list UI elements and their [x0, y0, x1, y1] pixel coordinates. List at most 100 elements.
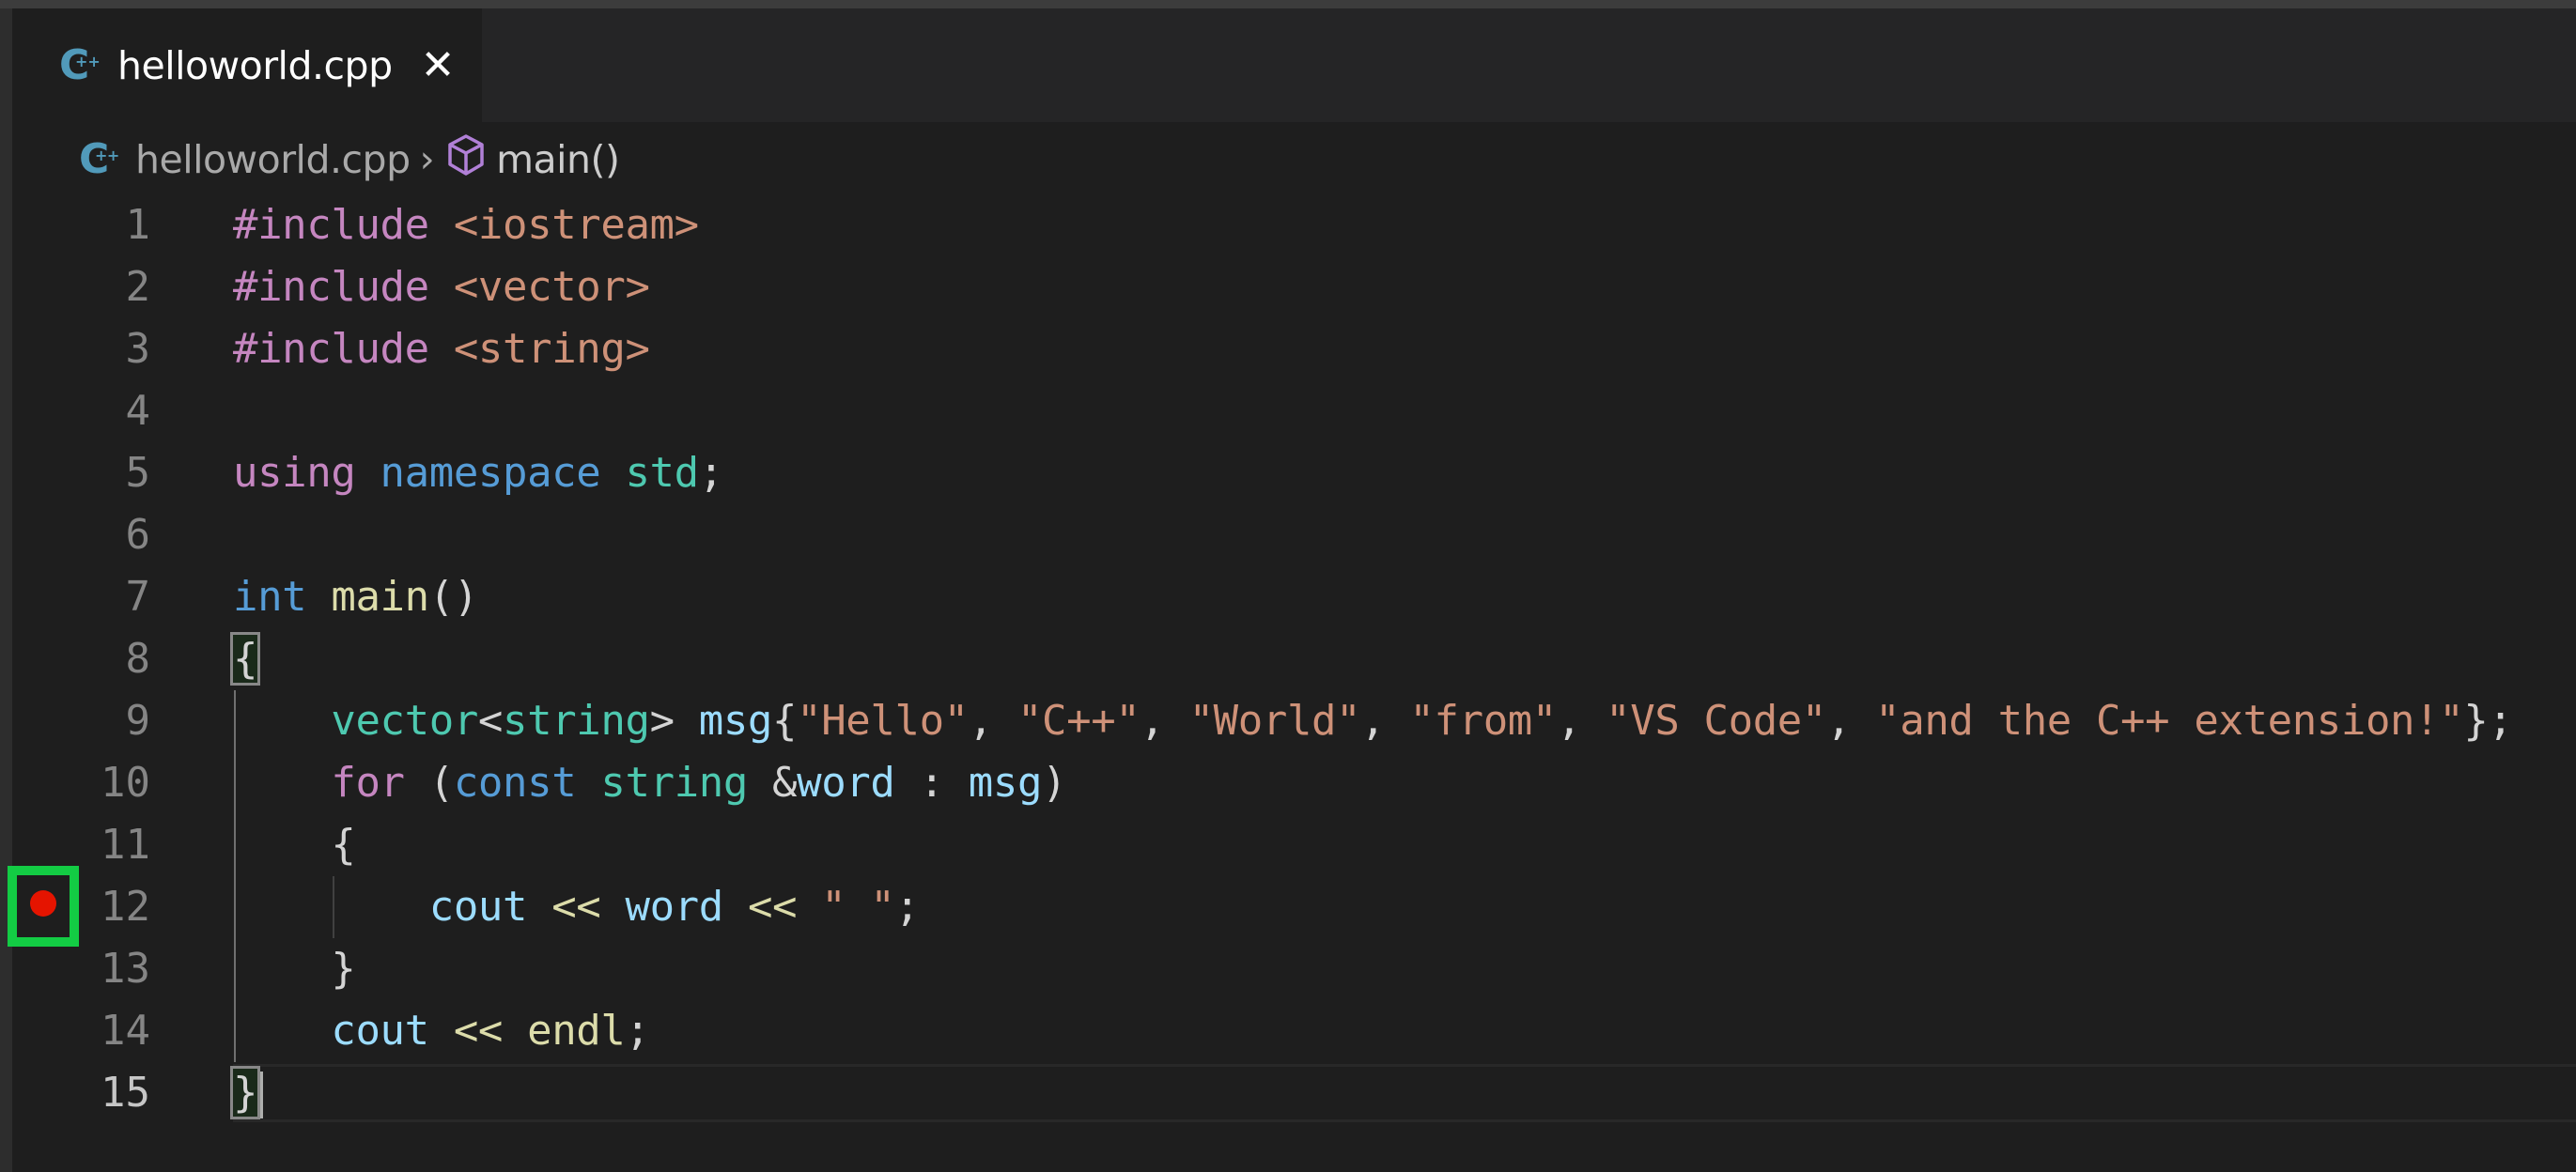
token: "and the C++ extension!" — [1875, 697, 2464, 745]
line-code: { — [229, 628, 261, 690]
text-cursor — [257, 1072, 264, 1118]
tab-helloworld-cpp[interactable]: C ++ helloworld.cpp ✕ — [12, 8, 482, 122]
indent-guide — [333, 876, 334, 938]
token: & — [747, 759, 798, 807]
line-number: 7 — [125, 573, 151, 621]
token: { — [772, 697, 798, 745]
code-line[interactable]: 9 vector<string> msg{"Hello", "C++", "Wo… — [0, 690, 2576, 752]
code-line[interactable]: 12 cout << word << " "; — [0, 876, 2576, 938]
token: , — [1556, 697, 1606, 745]
title-strip — [0, 0, 2576, 8]
token: "C++" — [1016, 697, 1141, 745]
line-code: cout << endl; — [233, 1000, 650, 1062]
token: word — [625, 883, 723, 931]
token: , — [1140, 697, 1189, 745]
token: <iostream> — [453, 201, 699, 249]
line-number: 15 — [101, 1069, 150, 1117]
token: { — [233, 821, 356, 869]
token: #include — [233, 325, 429, 373]
token: #include — [233, 201, 429, 249]
line-number: 4 — [125, 387, 151, 435]
cpp-file-icon: C ++ — [59, 40, 101, 89]
code-line[interactable]: 10 for (const string &word : msg) — [0, 752, 2576, 814]
line-number: 10 — [101, 759, 150, 807]
token: ) — [1042, 759, 1067, 807]
code-line[interactable]: 13 } — [0, 938, 2576, 1000]
token: , — [1360, 697, 1410, 745]
breadcrumb-symbol[interactable]: main() — [496, 137, 620, 182]
token: ; — [894, 883, 920, 931]
breadcrumb-file[interactable]: helloworld.cpp — [135, 137, 411, 182]
line-code: { — [233, 814, 355, 876]
line-code: using namespace std; — [233, 442, 723, 504]
line-number: 1 — [125, 201, 151, 249]
token: << — [551, 883, 601, 931]
code-line[interactable]: 2 #include <vector> — [0, 256, 2576, 318]
token: namespace — [380, 449, 601, 497]
bracket-match: { — [229, 632, 261, 686]
token: const — [453, 759, 577, 807]
indent-guide — [234, 690, 236, 1062]
code-line[interactable]: 11 { — [0, 814, 2576, 876]
token: ( — [404, 759, 455, 807]
token: } — [233, 945, 356, 993]
code-line[interactable]: 1 #include <iostream> — [0, 194, 2576, 256]
line-code: vector<string> msg{"Hello", "C++", "Worl… — [233, 690, 2513, 752]
method-cube-icon — [447, 133, 485, 186]
token: > — [649, 697, 699, 745]
token: cout — [331, 1007, 429, 1055]
code-line[interactable]: 4 — [0, 380, 2576, 442]
token: " " — [821, 883, 895, 931]
token: : — [894, 759, 969, 807]
code-line[interactable]: 7 int main() — [0, 566, 2576, 628]
token: < — [477, 697, 504, 745]
current-line-highlight — [233, 1064, 2576, 1122]
tab-label: helloworld.cpp — [117, 42, 393, 88]
token: cout — [428, 883, 528, 931]
token: "VS Code" — [1606, 697, 1826, 745]
token: ; — [698, 449, 723, 497]
breadcrumb: C ++ helloworld.cpp › main() — [79, 131, 620, 188]
line-code: for (const string &word : msg) — [233, 752, 1066, 814]
line-code: cout << word << " "; — [233, 876, 920, 938]
token: int — [233, 573, 307, 621]
code-line[interactable]: 8{ — [0, 628, 2576, 690]
token: main — [331, 573, 429, 621]
code-line[interactable]: 3 #include <string> — [0, 318, 2576, 380]
token: () — [428, 573, 479, 621]
line-code: #include <iostream> — [233, 194, 699, 256]
code-line[interactable]: 6 — [0, 504, 2576, 566]
line-number: 8 — [125, 635, 151, 683]
token: msg — [968, 759, 1043, 807]
token: <string> — [453, 325, 650, 373]
token: , — [1825, 697, 1876, 745]
token: msg — [698, 697, 773, 745]
tab-bar: C ++ helloworld.cpp ✕ — [12, 8, 2576, 122]
token: << — [747, 883, 798, 931]
code-line[interactable]: 15} — [0, 1062, 2576, 1124]
code-line[interactable]: 14 cout << endl; — [0, 1000, 2576, 1062]
token: << — [453, 1007, 504, 1055]
code-line[interactable]: 5 using namespace std; — [0, 442, 2576, 504]
breakpoint-icon[interactable] — [30, 890, 56, 917]
token: for — [331, 759, 405, 807]
close-icon[interactable]: ✕ — [421, 44, 456, 86]
bracket-match: } — [229, 1066, 261, 1119]
token: using — [233, 449, 356, 497]
line-number: 9 — [125, 697, 151, 745]
token: "from" — [1409, 697, 1557, 745]
token: }; — [2463, 697, 2513, 745]
line-number: 5 — [125, 449, 151, 497]
